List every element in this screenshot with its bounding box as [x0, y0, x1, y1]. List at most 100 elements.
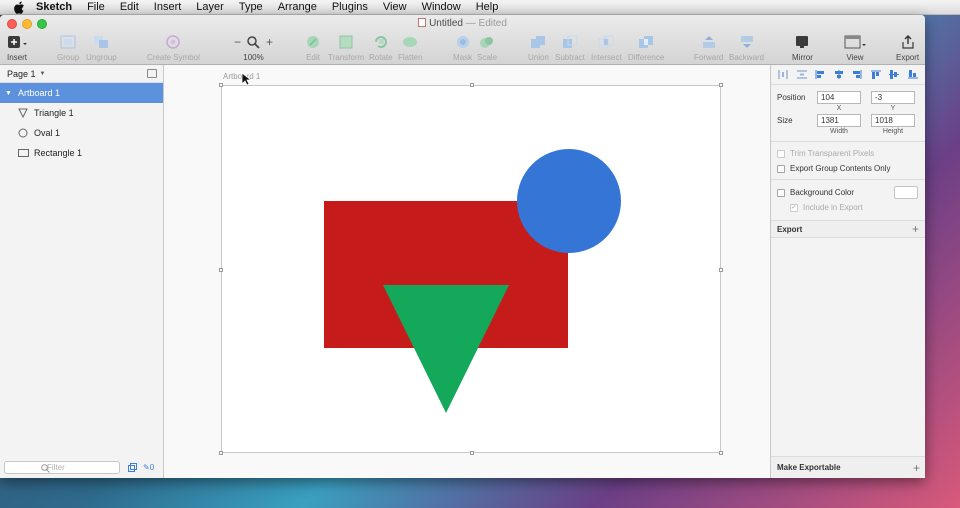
add-export-plus-icon[interactable]: +: [912, 222, 919, 236]
include-in-export-checkbox[interactable]: ✓ Include in Export: [771, 200, 925, 215]
intersect-label: Intersect: [591, 53, 622, 62]
slices-filter-icon[interactable]: ✎0: [143, 463, 154, 472]
layer-artboard-1[interactable]: ▼ Artboard 1: [0, 83, 163, 103]
resize-handle[interactable]: [719, 268, 723, 272]
menu-view[interactable]: View: [383, 1, 407, 13]
position-x-field[interactable]: 104: [817, 91, 861, 104]
trim-transparent-checkbox[interactable]: Trim Transparent Pixels: [771, 146, 925, 161]
transform-label: Transform: [328, 53, 365, 62]
menu-help[interactable]: Help: [476, 1, 499, 13]
menu-window[interactable]: Window: [422, 1, 461, 13]
make-exportable-bar[interactable]: Make Exportable +: [771, 456, 925, 478]
resize-handle[interactable]: [219, 451, 223, 455]
oval-1-shape[interactable]: [517, 149, 621, 253]
resize-handle[interactable]: [219, 268, 223, 272]
union-icon: [530, 34, 546, 50]
position-y-field[interactable]: -3: [871, 91, 915, 104]
checkbox-checked[interactable]: ✓: [790, 203, 798, 212]
group-label: Group: [57, 53, 80, 62]
ungroup-button[interactable]: Ungroup: [86, 34, 117, 62]
insert-button[interactable]: Insert: [7, 34, 27, 62]
menu-app-sketch[interactable]: Sketch: [36, 1, 72, 13]
scale-label: Scale: [477, 53, 498, 62]
resize-handle[interactable]: [470, 451, 474, 455]
layer-name: Artboard 1: [17, 88, 60, 98]
resize-handle[interactable]: [719, 83, 723, 87]
menu-edit[interactable]: Edit: [120, 1, 139, 13]
menu-file[interactable]: File: [87, 1, 105, 13]
mirror-button[interactable]: Mirror: [792, 34, 813, 62]
document-name: Untitled: [429, 18, 463, 29]
resize-handle[interactable]: [470, 83, 474, 87]
distribute-vertical-icon[interactable]: [796, 70, 807, 79]
view-label: View: [846, 53, 864, 62]
layer-rectangle-1[interactable]: Rectangle 1: [0, 143, 163, 163]
align-middle-icon[interactable]: [889, 70, 900, 79]
layer-oval-1[interactable]: Oval 1: [0, 123, 163, 143]
checkbox[interactable]: [777, 164, 785, 173]
checkbox[interactable]: [777, 149, 785, 158]
union-button[interactable]: Union: [528, 34, 549, 62]
backward-button[interactable]: Backward: [729, 34, 764, 62]
transform-icon: [339, 34, 353, 50]
difference-button[interactable]: Difference: [628, 34, 664, 62]
resize-handle[interactable]: [219, 83, 223, 87]
background-color-checkbox[interactable]: Background Color: [771, 185, 925, 200]
page-selector[interactable]: Page 1 ▼: [0, 65, 163, 83]
menu-arrange[interactable]: Arrange: [278, 1, 317, 13]
transform-button[interactable]: Transform: [328, 34, 364, 62]
disclosure-triangle-icon[interactable]: ▼: [5, 90, 12, 97]
create-symbol-button[interactable]: Create Symbol: [147, 34, 200, 62]
chevron-down-icon: ▼: [39, 70, 46, 77]
canvas-area[interactable]: Artboard 1: [164, 65, 770, 478]
symbols-filter-icon[interactable]: [128, 462, 137, 472]
trim-transparent-label: Trim Transparent Pixels: [790, 149, 875, 158]
align-left-icon[interactable]: [815, 70, 825, 79]
apple-menu-icon[interactable]: [12, 0, 26, 14]
flatten-label: Flatten: [398, 53, 423, 62]
rotate-button[interactable]: Rotate: [369, 34, 393, 62]
view-button[interactable]: View: [844, 34, 866, 62]
filter-input[interactable]: Filter: [4, 460, 120, 474]
edit-button[interactable]: Edit: [306, 34, 320, 62]
height-field[interactable]: 1018: [871, 114, 915, 127]
forward-button[interactable]: Forward: [694, 34, 723, 62]
flatten-button[interactable]: Flatten: [398, 34, 422, 62]
menu-insert[interactable]: Insert: [154, 1, 182, 13]
menu-type[interactable]: Type: [239, 1, 263, 13]
rectangle-shape-icon: [17, 149, 29, 157]
zoom-out-button[interactable]: −: [234, 35, 241, 49]
layer-name: Oval 1: [34, 128, 61, 138]
make-exportable-plus-icon[interactable]: +: [913, 461, 920, 475]
artboard[interactable]: [219, 83, 723, 455]
menu-plugins[interactable]: Plugins: [332, 1, 368, 13]
search-icon: [41, 463, 50, 473]
align-right-icon[interactable]: [852, 70, 862, 79]
group-button[interactable]: Group: [57, 34, 79, 62]
mask-button[interactable]: Mask: [453, 34, 472, 62]
layer-triangle-1[interactable]: Triangle 1: [0, 103, 163, 123]
align-center-icon[interactable]: [834, 70, 844, 79]
resize-handle[interactable]: [719, 451, 723, 455]
export-button[interactable]: Export: [896, 34, 919, 62]
oval-shape-icon: [17, 128, 29, 138]
export-group-checkbox[interactable]: Export Group Contents Only: [771, 161, 925, 176]
menu-layer[interactable]: Layer: [196, 1, 224, 13]
pages-toggle-icon[interactable]: [147, 69, 157, 78]
intersect-button[interactable]: Intersect: [591, 34, 622, 62]
align-top-icon[interactable]: [870, 70, 881, 79]
edit-icon: [306, 34, 320, 50]
width-field[interactable]: 1381: [817, 114, 861, 127]
distribute-horizontal-icon[interactable]: [778, 70, 788, 79]
subtract-icon: [562, 34, 578, 50]
backward-icon: [739, 34, 755, 50]
scale-button[interactable]: Scale: [477, 34, 497, 62]
checkbox[interactable]: [777, 188, 785, 197]
zoom-in-button[interactable]: +: [266, 35, 273, 49]
align-bottom-icon[interactable]: [907, 70, 918, 79]
background-color-swatch[interactable]: [894, 186, 918, 199]
subtract-button[interactable]: Subtract: [555, 34, 585, 62]
intersect-icon: [598, 34, 614, 50]
triangle-1-shape[interactable]: [382, 284, 510, 414]
rotate-icon: [373, 34, 389, 50]
